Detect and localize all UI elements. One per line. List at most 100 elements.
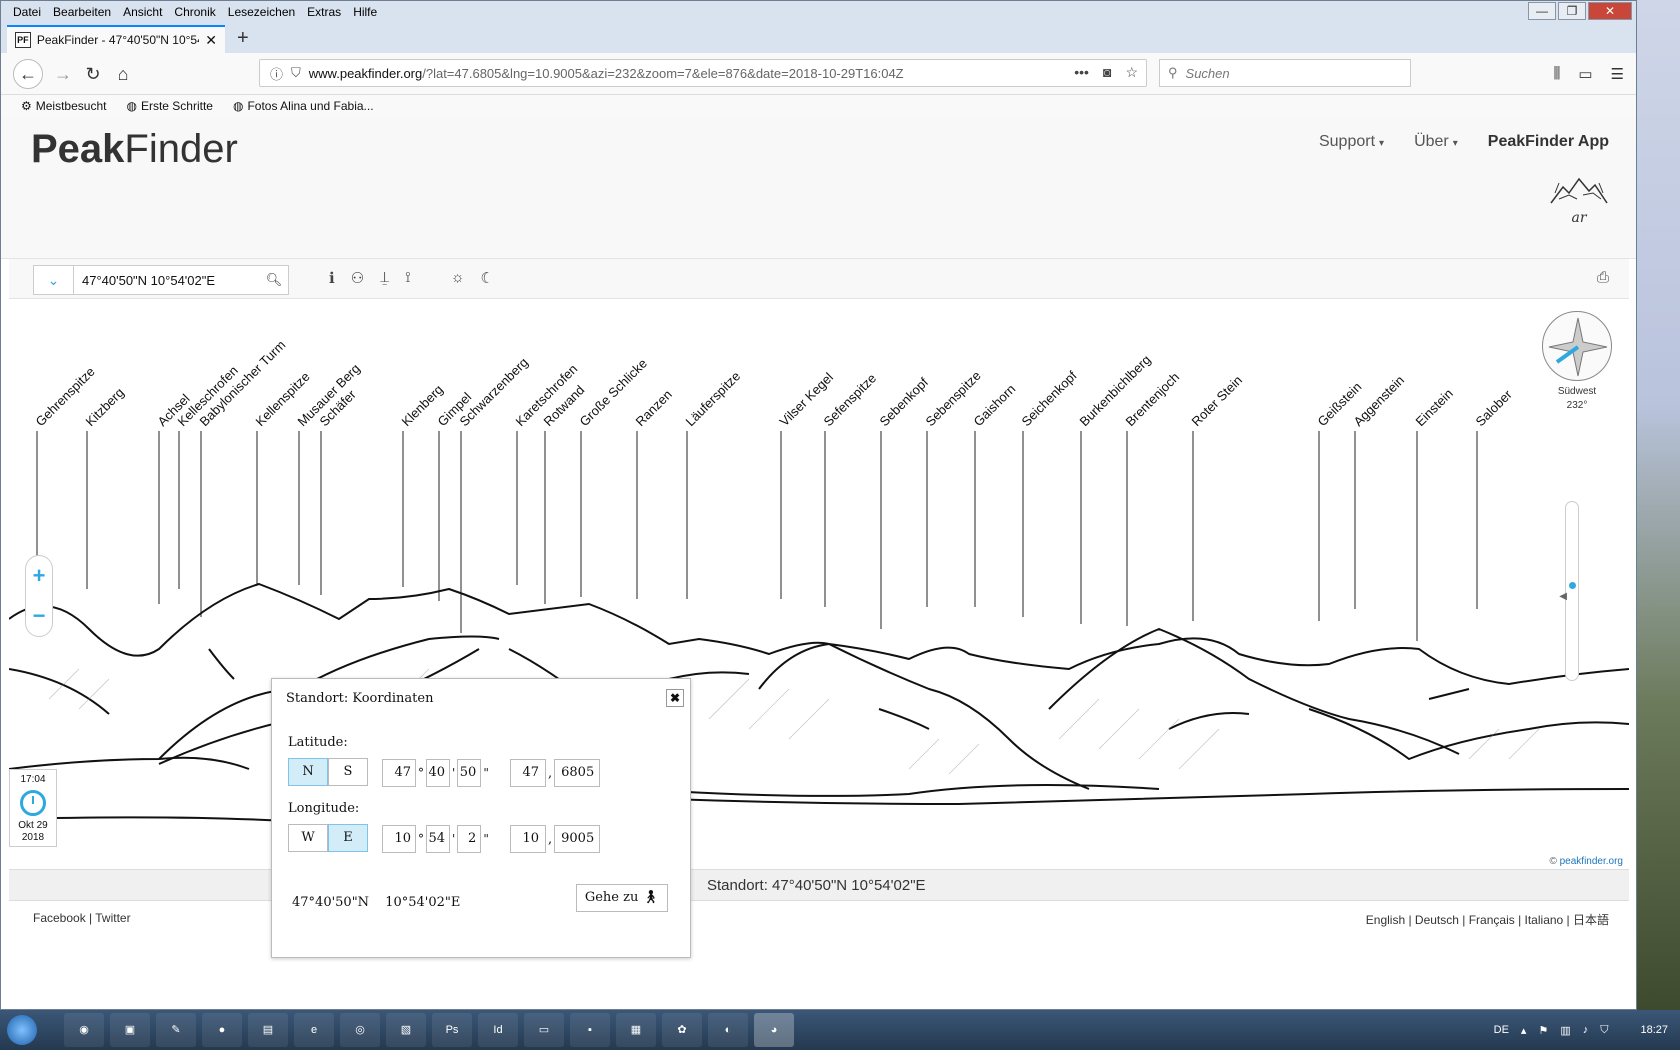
taskbar-app-8[interactable]: ▧ [386, 1013, 426, 1047]
lng-decimal-int-input[interactable]: 10 [510, 825, 546, 853]
tray-arrow-icon[interactable]: ▴ [1521, 1024, 1527, 1037]
bookmark-meistbesucht[interactable]: ⚙ Meistbesucht [21, 99, 106, 113]
maximize-button[interactable]: ❐ [1558, 2, 1586, 20]
slider-knob[interactable] [1569, 582, 1576, 589]
lng-minutes-input[interactable]: 54 [426, 825, 450, 853]
url-bar[interactable]: ⓘ ⛉ www.peakfinder.org/?lat=47.6805&lng=… [259, 59, 1147, 87]
taskbar-app-2[interactable]: ▣ [110, 1013, 150, 1047]
shield-icon[interactable]: ⛉ [291, 65, 301, 81]
bookmark-star-icon[interactable]: ☆ [1125, 64, 1138, 81]
taskbar-clock[interactable]: 18:27 [1640, 1024, 1668, 1036]
hemisphere-e-button[interactable]: E [328, 824, 368, 852]
taskbar-app-1[interactable]: ◉ [64, 1013, 104, 1047]
lat-seconds-input[interactable]: 50 [457, 759, 482, 787]
menu-bearbeiten[interactable]: Bearbeiten [47, 5, 117, 19]
lng-decimal-frac-input[interactable]: 9005 [554, 825, 601, 853]
volume-icon[interactable]: ♪ [1583, 1024, 1589, 1036]
info-icon[interactable]: ℹ [329, 269, 335, 287]
peak-label[interactable]: Ranzen [633, 387, 675, 429]
lng-degrees-input[interactable]: 10 [382, 825, 416, 853]
forward-button[interactable]: → [49, 60, 77, 88]
new-tab-icon[interactable]: + [237, 27, 249, 50]
location-search[interactable]: ⌄ 47°40'50"N 10°54'02"E 🔍︎ [33, 265, 289, 295]
language-indicator[interactable]: DE [1494, 1024, 1509, 1036]
go-to-button[interactable]: Gehe zu 🚶︎ [575, 884, 668, 912]
taskbar-firefox[interactable]: ◕ [754, 1013, 794, 1047]
reload-button[interactable]: ↻ [79, 60, 107, 88]
close-dialog-button[interactable]: ✖ [666, 689, 684, 707]
peak-label[interactable]: Kitzberg [83, 385, 127, 429]
shield-icon[interactable]: ⛉ [1600, 1024, 1608, 1037]
nav-ueber[interactable]: Über ▾ [1414, 133, 1458, 151]
chevron-down-icon[interactable]: ⌄ [34, 266, 74, 294]
taskbar-app-15[interactable]: ◐ [708, 1013, 748, 1047]
menu-hilfe[interactable]: Hilfe [347, 5, 383, 19]
hemisphere-n-button[interactable]: N [288, 758, 328, 786]
close-tab-icon[interactable]: ✕ [205, 32, 217, 49]
menu-lesezeichen[interactable]: Lesezeichen [222, 5, 301, 19]
nav-peakfinder-app[interactable]: PeakFinder App [1488, 133, 1609, 151]
back-button[interactable]: ← [13, 59, 43, 89]
time-control[interactable]: 17:04 Okt 29 2018 [9, 769, 57, 847]
peak-label[interactable]: Roter Stein [1189, 373, 1246, 430]
page-actions-icon[interactable]: ••• [1074, 64, 1089, 81]
menu-chronik[interactable]: Chronik [168, 5, 221, 19]
taskbar-app-6[interactable]: e [294, 1013, 334, 1047]
flag-icon[interactable]: ⚑ [1538, 1024, 1548, 1037]
zoom-out-button[interactable]: − [26, 596, 52, 636]
search-input[interactable]: ⚲ Suchen [1159, 59, 1411, 87]
lat-decimal-frac-input[interactable]: 6805 [554, 759, 601, 787]
bookmark-erste-schritte[interactable]: ◍ Erste Schritte [126, 99, 213, 113]
elevation-slider[interactable] [1565, 501, 1579, 681]
search-icon[interactable]: 🔍︎ [260, 272, 288, 288]
hamburger-menu-icon[interactable]: ☰ [1611, 65, 1624, 83]
elevation-icon[interactable]: ⍊ [380, 269, 389, 287]
panorama-view[interactable]: Gehrenspitze Kitzberg Achsel Kelleschrofen B… [9, 299, 1629, 869]
binoculars-icon[interactable]: ⚇ [351, 269, 364, 287]
menu-extras[interactable]: Extras [301, 5, 347, 19]
taskbar-app-9[interactable]: Ps [432, 1013, 472, 1047]
ar-button[interactable]: ar [1549, 173, 1609, 226]
taskbar-app-14[interactable]: ✿ [662, 1013, 702, 1047]
network-icon[interactable]: ▥ [1560, 1024, 1570, 1037]
location-input[interactable]: 47°40'50"N 10°54'02"E [74, 273, 260, 288]
peak-label[interactable]: Aggenstein [1351, 373, 1408, 430]
taskbar-app-4[interactable]: ● [202, 1013, 242, 1047]
moon-icon[interactable]: ☾ [481, 269, 494, 287]
peak-label[interactable]: Salober [1473, 386, 1516, 429]
pdf-export-icon[interactable]: ⎙ [1597, 269, 1609, 286]
peak-label[interactable]: Sebenkopf [877, 374, 932, 429]
compass[interactable]: Südwest 232° [1541, 311, 1613, 413]
sidebar-icon[interactable]: ▭ [1578, 65, 1592, 83]
zoom-in-button[interactable]: + [26, 556, 52, 596]
close-window-button[interactable]: ✕ [1588, 2, 1632, 20]
taskbar-app-7[interactable]: ◎ [340, 1013, 380, 1047]
lat-degrees-input[interactable]: 47 [382, 759, 416, 787]
pocket-icon[interactable]: ◙ [1103, 64, 1111, 81]
ruler-icon[interactable]: ⟟ [405, 269, 411, 287]
info-icon[interactable]: ⓘ [270, 64, 283, 83]
hemisphere-s-button[interactable]: S [328, 758, 368, 786]
site-logo[interactable]: PeakFinder [31, 127, 238, 172]
taskbar-app-12[interactable]: ▪ [570, 1013, 610, 1047]
library-icon[interactable]: ⫼ [1553, 65, 1560, 83]
taskbar-app-5[interactable]: ▤ [248, 1013, 288, 1047]
minimize-button[interactable]: — [1528, 2, 1556, 20]
taskbar-app-3[interactable]: ✎ [156, 1013, 196, 1047]
copyright-link[interactable]: peakfinder.org [1560, 856, 1623, 867]
menu-datei[interactable]: Datei [7, 5, 47, 19]
peak-label[interactable]: Läuferspitze [683, 368, 744, 429]
lat-minutes-input[interactable]: 40 [426, 759, 450, 787]
peak-label[interactable]: Gaishorn [971, 381, 1019, 429]
taskbar-app-13[interactable]: ▦ [616, 1013, 656, 1047]
hemisphere-w-button[interactable]: W [288, 824, 328, 852]
tab-peakfinder[interactable]: PF PeakFinder - 47°40'50"N 10°54'0 ✕ [7, 25, 225, 53]
taskbar-app-11[interactable]: ▭ [524, 1013, 564, 1047]
sun-icon[interactable]: ☼ [451, 269, 465, 287]
social-links[interactable]: Facebook | Twitter [33, 911, 131, 925]
bookmark-fotos[interactable]: ◍ Fotos Alina und Fabia... [233, 99, 374, 113]
lat-decimal-int-input[interactable]: 47 [510, 759, 546, 787]
peak-label[interactable]: Seichenkopf [1019, 368, 1080, 429]
taskbar-app-10[interactable]: Id [478, 1013, 518, 1047]
lng-seconds-input[interactable]: 2 [457, 825, 482, 853]
